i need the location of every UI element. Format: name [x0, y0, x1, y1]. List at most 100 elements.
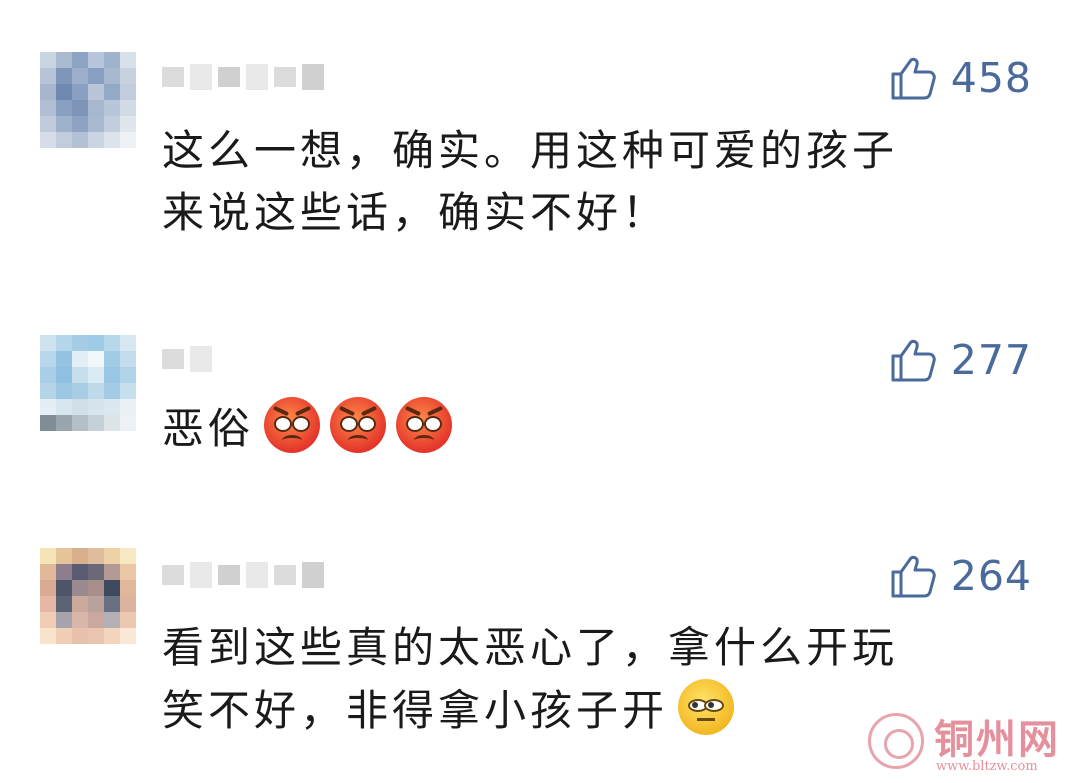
- avatar-pixel: [120, 415, 136, 431]
- avatar-pixel: [104, 100, 120, 116]
- avatar-pixel: [40, 596, 56, 612]
- watermark-title: 铜州网: [934, 716, 1060, 763]
- avatar-pixel: [88, 68, 104, 84]
- avatar-pixel: [56, 367, 72, 383]
- avatar-pixel: [40, 335, 56, 351]
- avatar-pixel: [40, 84, 56, 100]
- avatar-pixel: [120, 580, 136, 596]
- avatar-pixel: [104, 548, 120, 564]
- avatar-pixel: [88, 548, 104, 564]
- avatar-pixel: [88, 132, 104, 148]
- avatar-pixel: [40, 399, 56, 415]
- avatar-pixel: [40, 628, 56, 644]
- watermark-url: www.bltzw.com: [936, 759, 1038, 774]
- avatar-pixel: [120, 116, 136, 132]
- avatar-pixel: [56, 132, 72, 148]
- avatar-pixel: [56, 383, 72, 399]
- avatar-pixel: [40, 351, 56, 367]
- username-blurred[interactable]: [162, 334, 212, 384]
- avatar[interactable]: [40, 335, 136, 431]
- avatar-pixel: [88, 580, 104, 596]
- avatar-pixel: [72, 68, 88, 84]
- avatar-pixel: [120, 564, 136, 580]
- avatar-pixel: [120, 132, 136, 148]
- avatar-pixel: [56, 399, 72, 415]
- site-watermark: 铜州网 www.bltzw.com: [868, 707, 1068, 777]
- avatar-pixel: [88, 84, 104, 100]
- avatar-pixel: [120, 596, 136, 612]
- avatar-pixel: [72, 367, 88, 383]
- avatar-pixel: [88, 116, 104, 132]
- avatar-pixel: [56, 335, 72, 351]
- avatar-pixel: [40, 564, 56, 580]
- comment-text: 这么一想，确实。用这种可爱的孩子 来说这些话，确实不好！: [162, 120, 1002, 244]
- avatar-pixel: [72, 383, 88, 399]
- like-button[interactable]: 458: [889, 50, 1032, 106]
- avatar-pixel: [88, 100, 104, 116]
- avatar-pixel: [40, 612, 56, 628]
- avatar-pixel: [40, 116, 56, 132]
- avatar-pixel: [72, 116, 88, 132]
- avatar-pixel: [72, 351, 88, 367]
- avatar-pixel: [40, 100, 56, 116]
- avatar[interactable]: [40, 548, 136, 644]
- avatar-pixel: [72, 564, 88, 580]
- comment-text: 恶俗: [162, 397, 1002, 460]
- avatar-pixel: [72, 399, 88, 415]
- avatar-pixel: [104, 367, 120, 383]
- avatar-pixel: [72, 596, 88, 612]
- username-blurred[interactable]: [162, 550, 324, 600]
- avatar-pixel: [120, 548, 136, 564]
- avatar-pixel: [56, 116, 72, 132]
- avatar-pixel: [56, 100, 72, 116]
- angry-face-icon: [264, 397, 321, 453]
- comment-line: 这么一想，确实。用这种可爱的孩子: [162, 126, 899, 175]
- avatar-pixel: [40, 415, 56, 431]
- avatar-pixel: [72, 335, 88, 351]
- avatar-pixel: [120, 612, 136, 628]
- avatar-pixel: [40, 383, 56, 399]
- avatar-pixel: [56, 68, 72, 84]
- avatar-pixel: [120, 84, 136, 100]
- avatar-pixel: [72, 84, 88, 100]
- avatar-pixel: [40, 367, 56, 383]
- avatar-pixel: [104, 68, 120, 84]
- avatar-pixel: [120, 399, 136, 415]
- avatar-pixel: [88, 383, 104, 399]
- avatar-pixel: [120, 100, 136, 116]
- avatar-pixel: [88, 335, 104, 351]
- avatar-pixel: [56, 580, 72, 596]
- like-count: 458: [950, 54, 1032, 102]
- avatar-pixel: [88, 564, 104, 580]
- avatar-pixel: [104, 335, 120, 351]
- avatar-pixel: [120, 351, 136, 367]
- avatar-pixel: [72, 628, 88, 644]
- username-blurred[interactable]: [162, 52, 324, 102]
- avatar-pixel: [120, 367, 136, 383]
- avatar-pixel: [56, 612, 72, 628]
- avatar-pixel: [40, 68, 56, 84]
- avatar-pixel: [88, 612, 104, 628]
- avatar-pixel: [88, 367, 104, 383]
- angry-face-icon: [330, 397, 387, 453]
- like-button[interactable]: 264: [889, 548, 1032, 604]
- avatar-pixel: [40, 132, 56, 148]
- avatar-pixel: [88, 399, 104, 415]
- avatar-pixel: [104, 84, 120, 100]
- comment-line: 来说这些话，确实不好！: [162, 188, 669, 237]
- like-button[interactable]: 277: [889, 332, 1032, 388]
- avatar-pixel: [72, 580, 88, 596]
- avatar-pixel: [56, 596, 72, 612]
- angry-face-icon: [396, 397, 453, 453]
- avatar-pixel: [104, 383, 120, 399]
- thumbs-up-icon: [891, 555, 936, 598]
- avatar-pixel: [72, 100, 88, 116]
- avatar-pixel: [120, 52, 136, 68]
- avatar-pixel: [104, 116, 120, 132]
- avatar-pixel: [120, 68, 136, 84]
- avatar-pixel: [120, 628, 136, 644]
- avatar-pixel: [56, 84, 72, 100]
- avatar-pixel: [72, 52, 88, 68]
- avatar[interactable]: [40, 52, 136, 148]
- avatar-pixel: [88, 415, 104, 431]
